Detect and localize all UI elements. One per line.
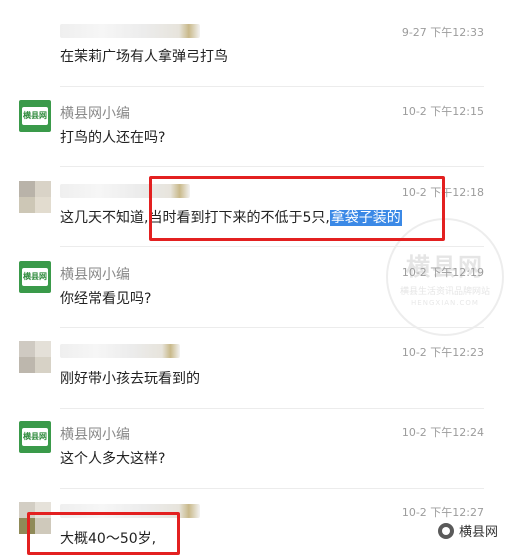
- comment-text: 这个人多大这样?: [60, 451, 166, 467]
- watermark-subtitle: 横县生活资讯品牌网站: [399, 287, 490, 297]
- comment-text: 刚好带小孩去玩看到的: [60, 371, 200, 387]
- comment-text: 你经常看见吗?: [60, 291, 152, 307]
- divider: [60, 86, 484, 87]
- avatar[interactable]: [19, 341, 51, 373]
- divider: [60, 488, 484, 489]
- avatar[interactable]: [19, 181, 51, 213]
- comment-time: 10-2 下午12:24: [401, 426, 484, 439]
- annotation-box: [149, 176, 445, 241]
- comment-time: 10-2 下午12:27: [401, 506, 484, 519]
- comment-time: 10-2 下午12:23: [401, 346, 484, 359]
- author-name[interactable]: 横县网小编: [60, 424, 130, 444]
- comment-time: 9-27 下午12:33: [401, 26, 484, 39]
- author-name[interactable]: 横县网小编: [60, 103, 130, 123]
- brand-label: 横县网: [437, 521, 498, 540]
- logo-icon: 横县网: [22, 107, 48, 125]
- divider: [60, 166, 484, 167]
- watermark-url: HENGXIAN.COM: [411, 299, 479, 307]
- author-name[interactable]: 横县网小编: [60, 264, 130, 284]
- author-name-blurred: [60, 24, 200, 38]
- avatar[interactable]: 横县网: [19, 100, 51, 132]
- avatar[interactable]: 横县网: [19, 421, 51, 453]
- comment-time: 10-2 下午12:19: [401, 266, 484, 279]
- brand-name: 横县网: [458, 525, 498, 540]
- comment-text-part: 这几天不知道,: [60, 210, 149, 226]
- comment-text: 打鸟的人还在吗?: [60, 130, 166, 146]
- wechat-account-icon: [437, 522, 454, 539]
- logo-icon: 横县网: [22, 268, 48, 286]
- comment-time: 10-2 下午12:15: [401, 105, 484, 118]
- divider: [60, 408, 484, 409]
- logo-icon: 横县网: [22, 428, 48, 446]
- author-name-blurred: [60, 344, 180, 358]
- avatar[interactable]: 横县网: [19, 261, 51, 293]
- divider: [60, 327, 484, 328]
- annotation-box: [27, 512, 180, 555]
- comment-text: 在茉莉广场有人拿弹弓打鸟: [60, 49, 228, 65]
- divider: [60, 246, 484, 247]
